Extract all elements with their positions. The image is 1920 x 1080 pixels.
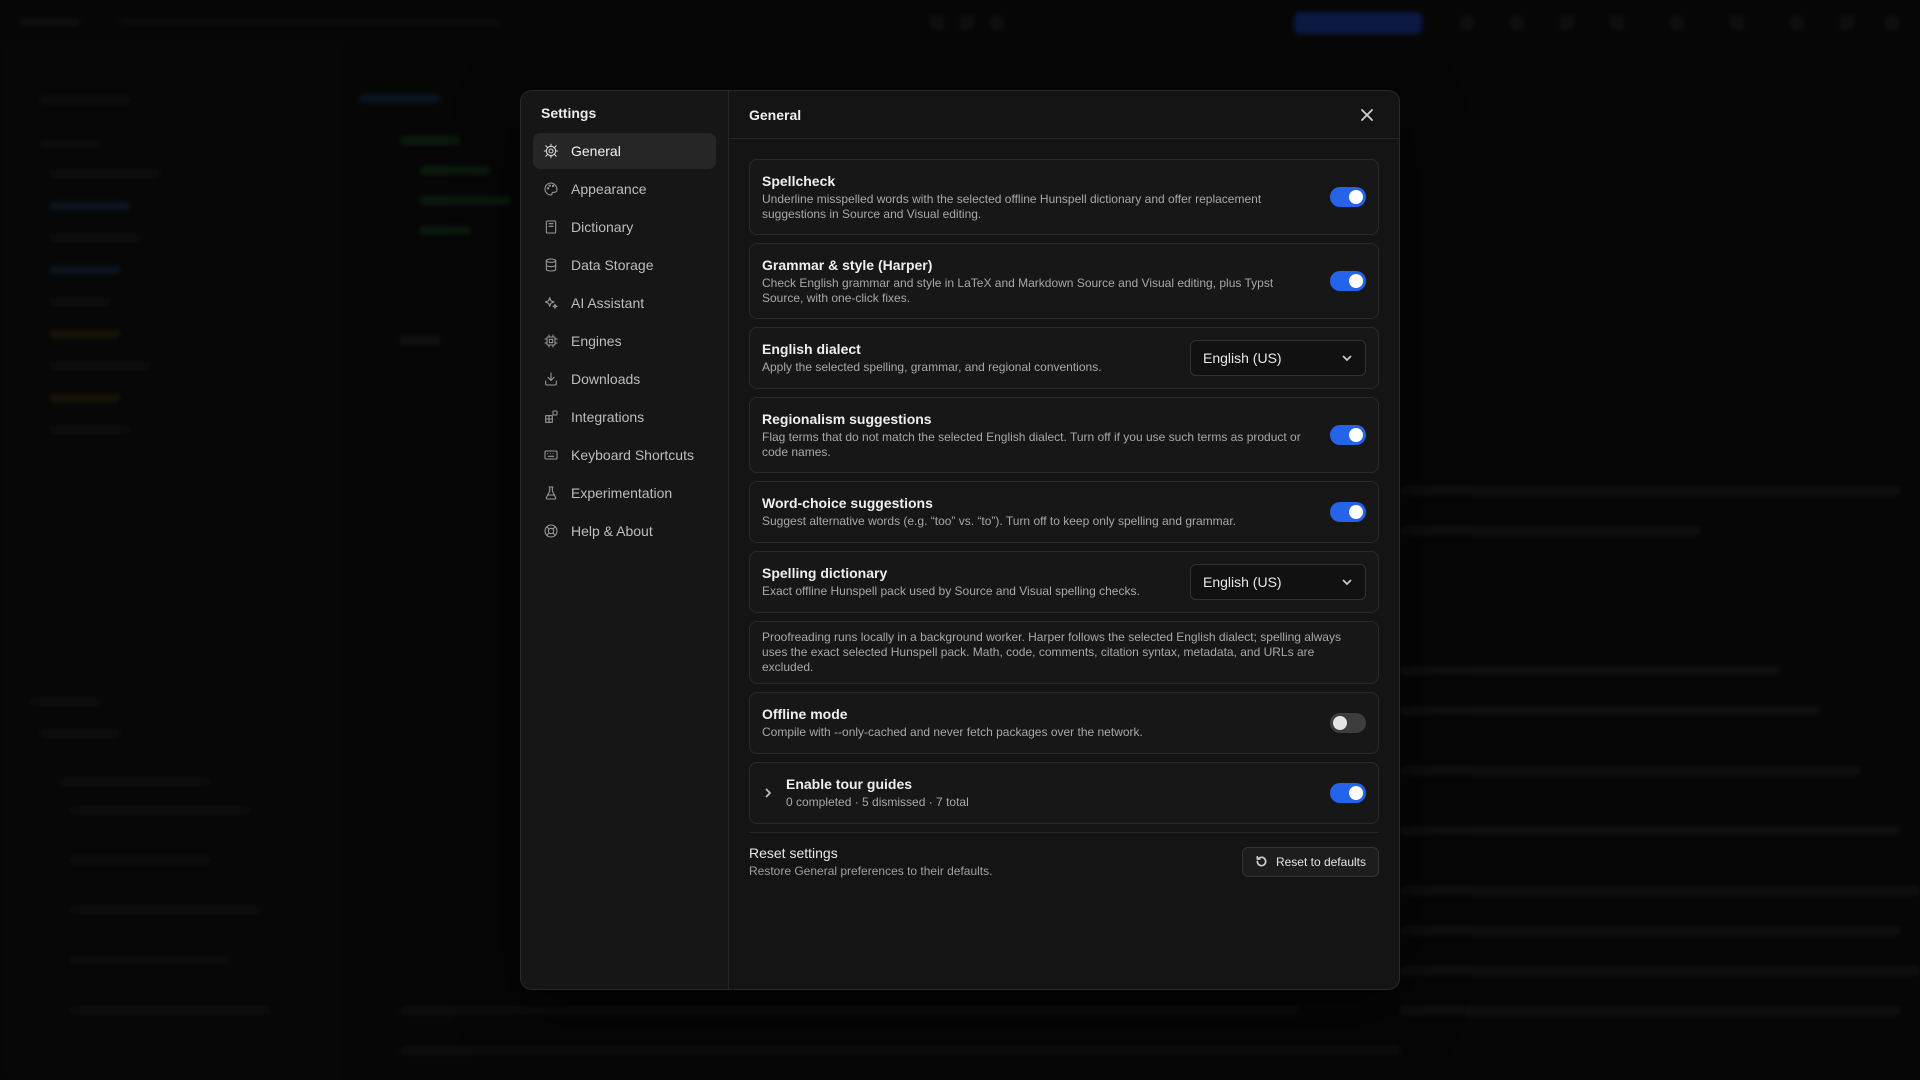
nav-label: Appearance: [571, 181, 647, 197]
dialect-setting: English dialect Apply the selected spell…: [749, 327, 1379, 389]
nav-label: Keyboard Shortcuts: [571, 447, 694, 463]
keyboard-icon: [543, 447, 559, 463]
settings-dialog: Settings General Appearance Dictionary D…: [520, 90, 1400, 990]
database-icon: [543, 257, 559, 273]
chevron-down-icon: [1342, 579, 1352, 585]
setting-text: English dialect Apply the selected spell…: [762, 341, 1190, 375]
settings-content: General Spellcheck Underline misspelled …: [729, 91, 1399, 989]
setting-text: Spellcheck Underline misspelled words wi…: [762, 173, 1330, 222]
lifebuoy-icon: [543, 523, 559, 539]
settings-list: Spellcheck Underline misspelled words wi…: [729, 139, 1399, 898]
setting-text: Offline mode Compile with --only-cached …: [762, 706, 1330, 740]
reset-text: Reset settings Restore General preferenc…: [749, 845, 992, 878]
spelling-dictionary-select[interactable]: English (US): [1190, 564, 1366, 600]
offline-mode-toggle[interactable]: [1330, 713, 1366, 733]
setting-description: Check English grammar and style in LaTeX…: [762, 275, 1274, 305]
gear-icon: [543, 143, 559, 159]
nav-item-experimentation[interactable]: Experimentation: [533, 475, 716, 511]
reset-to-defaults-button[interactable]: Reset to defaults: [1241, 846, 1379, 877]
word-choice-setting: Word-choice suggestions Suggest alternat…: [749, 481, 1379, 543]
close-button[interactable]: [1355, 103, 1379, 127]
setting-text: Enable tour guides 0 completed · 5 dismi…: [786, 776, 1330, 810]
rotate-ccw-icon: [1256, 855, 1267, 867]
setting-title: Word-choice suggestions: [762, 495, 933, 511]
setting-title: Regionalism suggestions: [762, 410, 932, 427]
nav-label: General: [571, 143, 621, 159]
nav-item-ai-assistant[interactable]: AI Assistant: [533, 285, 716, 321]
setting-title: Offline mode: [762, 706, 848, 722]
nav-item-data-storage[interactable]: Data Storage: [533, 247, 716, 283]
nav-item-appearance[interactable]: Appearance: [533, 171, 716, 207]
nav-label: Downloads: [571, 371, 641, 387]
cpu-icon: [543, 333, 559, 349]
nav-item-general[interactable]: General: [533, 133, 716, 169]
flask-icon: [543, 485, 559, 501]
offline-mode-setting: Offline mode Compile with --only-cached …: [749, 692, 1379, 754]
reset-description: Restore General preferences to their def…: [749, 864, 993, 878]
blocks-icon: [543, 409, 559, 425]
nav-label: Dictionary: [571, 219, 634, 235]
setting-description: 0 completed · 5 dismissed · 7 total: [786, 795, 969, 809]
grammar-toggle[interactable]: [1330, 271, 1366, 291]
regionalism-setting: Regionalism suggestions Flag terms that …: [749, 397, 1379, 473]
setting-text: Word-choice suggestions Suggest alternat…: [762, 495, 1330, 529]
setting-title: English dialect: [762, 341, 861, 357]
tour-guides-setting: Enable tour guides 0 completed · 5 dismi…: [749, 762, 1379, 824]
reset-title: Reset settings: [749, 845, 838, 861]
divider: [749, 832, 1379, 833]
select-value: English (US): [1203, 350, 1282, 366]
nav-item-integrations[interactable]: Integrations: [533, 399, 716, 435]
reset-button-label: Reset to defaults: [1275, 854, 1366, 869]
setting-text: Spelling dictionary Exact offline Hunspe…: [762, 565, 1190, 599]
reset-settings-row: Reset settings Restore General preferenc…: [749, 845, 1379, 878]
setting-description: Compile with --only-cached and never fet…: [762, 725, 1143, 739]
sparkles-icon: [543, 295, 559, 311]
chevron-right-icon[interactable]: [762, 786, 776, 800]
palette-icon: [543, 181, 559, 197]
book-icon: [543, 219, 559, 235]
content-header: General: [729, 91, 1399, 139]
spellcheck-setting: Spellcheck Underline misspelled words wi…: [749, 159, 1379, 235]
setting-text: Grammar & style (Harper) Check English g…: [762, 257, 1330, 306]
setting-description: Exact offline Hunspell pack used by Sour…: [762, 584, 1140, 598]
setting-text: Regionalism suggestions Flag terms that …: [762, 411, 1330, 460]
nav-item-keyboard-shortcuts[interactable]: Keyboard Shortcuts: [533, 437, 716, 473]
nav-item-dictionary[interactable]: Dictionary: [533, 209, 716, 245]
spelling-dictionary-setting: Spelling dictionary Exact offline Hunspe…: [749, 551, 1379, 613]
setting-title: Enable tour guides: [786, 776, 913, 792]
tour-guides-toggle[interactable]: [1330, 783, 1366, 803]
nav-label: Data Storage: [571, 257, 654, 273]
spellcheck-toggle[interactable]: [1330, 187, 1366, 207]
chevron-down-icon: [1342, 355, 1352, 361]
setting-description: Apply the selected spelling, grammar, an…: [762, 360, 1102, 374]
proofreading-info: Proofreading runs locally in a backgroun…: [749, 621, 1379, 684]
settings-title: Settings: [541, 105, 597, 121]
nav-label: Experimentation: [571, 485, 673, 501]
setting-title: Grammar & style (Harper): [762, 256, 933, 273]
select-value: English (US): [1203, 574, 1282, 590]
regionalism-toggle[interactable]: [1330, 425, 1366, 445]
word-choice-toggle[interactable]: [1330, 502, 1366, 522]
nav-item-engines[interactable]: Engines: [533, 323, 716, 359]
grammar-setting: Grammar & style (Harper) Check English g…: [749, 243, 1379, 319]
settings-sidebar: Settings General Appearance Dictionary D…: [521, 91, 729, 989]
nav-label: Integrations: [571, 409, 645, 425]
setting-description: Flag terms that do not match the selecte…: [762, 429, 1301, 459]
nav-item-help-about[interactable]: Help & About: [533, 513, 716, 549]
download-icon: [543, 371, 559, 387]
nav-label: Help & About: [571, 523, 653, 539]
nav-label: AI Assistant: [571, 295, 645, 311]
nav-item-downloads[interactable]: Downloads: [533, 361, 716, 397]
setting-title: Spelling dictionary: [762, 565, 888, 581]
nav-label: Engines: [571, 333, 622, 349]
close-icon: [1361, 108, 1373, 121]
page-title: General: [749, 106, 802, 123]
setting-title: Spellcheck: [762, 172, 836, 189]
setting-description: Underline misspelled words with the sele…: [762, 191, 1262, 221]
setting-description: Suggest alternative words (e.g. “too” vs…: [762, 514, 1237, 528]
dialect-select[interactable]: English (US): [1190, 340, 1366, 376]
